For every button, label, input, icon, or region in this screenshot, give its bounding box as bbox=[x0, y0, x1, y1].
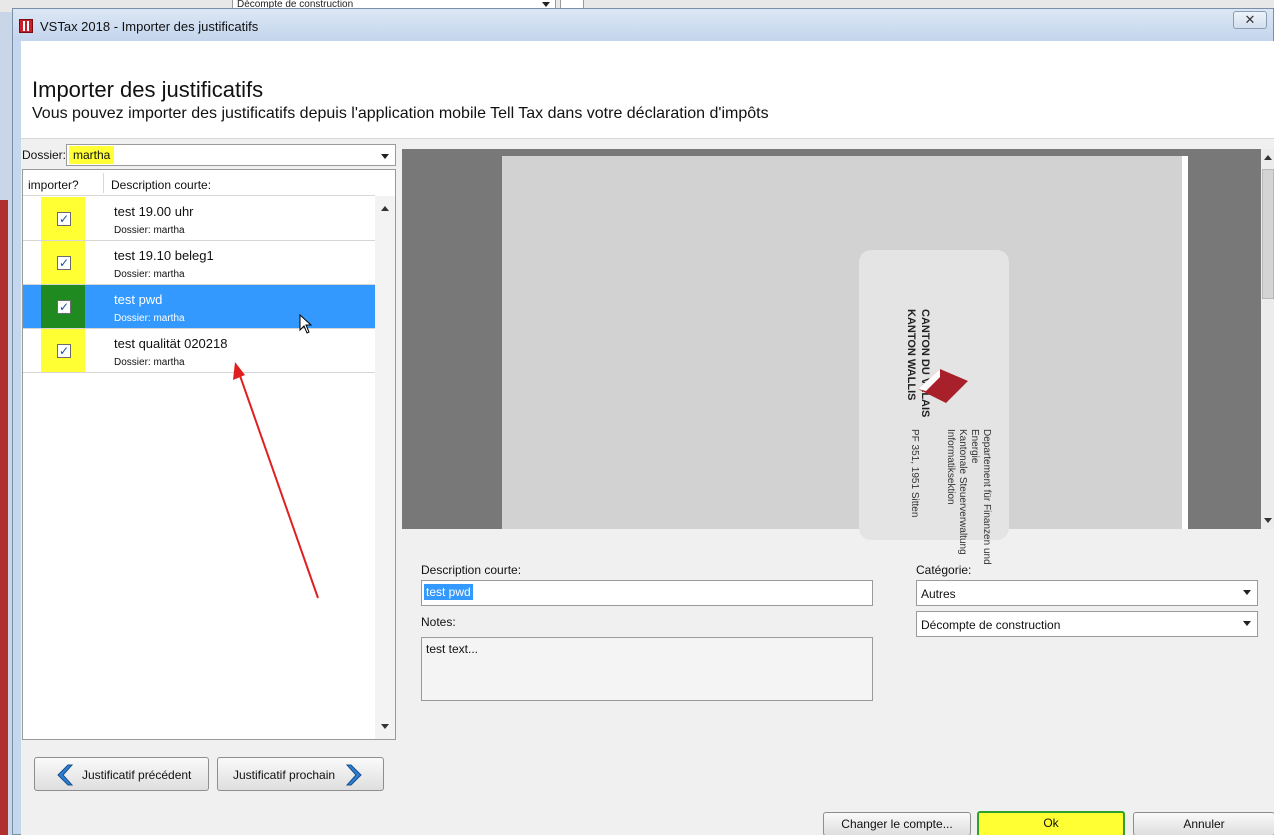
previous-receipt-button[interactable]: Justificatif précédent bbox=[34, 757, 209, 791]
column-header-import[interactable]: importer? bbox=[28, 178, 79, 192]
close-button[interactable]: ✕ bbox=[1233, 11, 1267, 29]
title-bar[interactable]: VSTax 2018 - Importer des justificatifs … bbox=[13, 9, 1273, 41]
arrow-left-icon bbox=[57, 764, 74, 786]
next-receipt-label: Justificatif prochain bbox=[233, 768, 336, 782]
next-receipt-button[interactable]: Justificatif prochain bbox=[217, 757, 384, 791]
list-item-title: test 19.10 beleg1 bbox=[114, 248, 214, 263]
receipt-preview[interactable]: CANTON DU VALAIS KANTON WALLIS Departeme… bbox=[402, 149, 1274, 565]
mouse-cursor-icon bbox=[299, 314, 313, 334]
dossier-select-value: martha bbox=[69, 146, 115, 164]
change-account-button[interactable]: Changer le compte... bbox=[823, 812, 971, 835]
scroll-down-icon[interactable] bbox=[1264, 518, 1272, 523]
category-select[interactable]: Autres bbox=[916, 580, 1258, 606]
notes-label: Notes: bbox=[421, 615, 456, 629]
dossier-select[interactable]: martha bbox=[66, 144, 396, 166]
list-item-title: test pwd bbox=[114, 292, 163, 307]
dialog-client-area: Importer des justificatifs Vous pouvez i… bbox=[21, 41, 1274, 835]
scroll-up-icon[interactable] bbox=[381, 206, 389, 211]
subcategory-select[interactable]: Décompte de construction bbox=[916, 611, 1258, 637]
dossier-label: Dossier: bbox=[22, 148, 67, 162]
import-checkbox[interactable]: ✓ bbox=[57, 344, 71, 358]
description-input[interactable]: test pwd bbox=[421, 580, 873, 606]
scanned-document bbox=[502, 156, 1182, 529]
page-subtitle: Vous pouvez importer des justificatifs d… bbox=[32, 105, 769, 122]
list-header: importer? Description courte: bbox=[23, 170, 375, 196]
import-checkbox[interactable]: ✓ bbox=[57, 300, 71, 314]
notes-textarea[interactable]: test text... bbox=[421, 637, 873, 701]
arrow-right-icon bbox=[345, 764, 362, 786]
category-select-value: Autres bbox=[921, 587, 956, 601]
list-scrollbar[interactable] bbox=[375, 196, 395, 739]
cancel-button[interactable]: Annuler bbox=[1133, 812, 1274, 835]
description-label: Description courte: bbox=[421, 563, 522, 577]
dialog-header: Importer des justificatifs Vous pouvez i… bbox=[21, 41, 1274, 139]
list-item-dossier: Dossier: martha bbox=[114, 225, 185, 236]
list-item-title: test qualität 020218 bbox=[114, 336, 228, 351]
list-item[interactable]: ✓ test 19.00 uhr Dossier: martha bbox=[23, 197, 375, 241]
list-item-dossier: Dossier: martha bbox=[114, 313, 185, 324]
subcategory-select-value: Décompte de construction bbox=[921, 618, 1061, 632]
card-department: Departement für Finanzen und Energie Kan… bbox=[945, 429, 992, 565]
chevron-down-icon bbox=[381, 154, 389, 159]
list-item-dossier: Dossier: martha bbox=[114, 269, 185, 280]
description-input-value: test pwd bbox=[424, 584, 473, 600]
vstax-app-icon bbox=[19, 19, 33, 33]
import-dialog: VSTax 2018 - Importer des justificatifs … bbox=[12, 8, 1274, 835]
chevron-down-icon bbox=[542, 2, 550, 7]
document-edge bbox=[1182, 156, 1188, 529]
list-item-dossier: Dossier: martha bbox=[114, 357, 185, 368]
chevron-down-icon bbox=[1243, 621, 1251, 626]
column-divider[interactable] bbox=[103, 173, 104, 193]
annotation-arrow bbox=[233, 362, 319, 599]
ok-button[interactable]: Ok bbox=[977, 811, 1125, 835]
preview-scrollbar[interactable] bbox=[1261, 149, 1274, 529]
import-checkbox[interactable]: ✓ bbox=[57, 256, 71, 270]
scroll-up-icon[interactable] bbox=[1264, 155, 1272, 160]
chevron-down-icon bbox=[1243, 590, 1251, 595]
list-item[interactable]: ✓ test 19.10 beleg1 Dossier: martha bbox=[23, 241, 375, 285]
canton-flag-icon bbox=[918, 369, 968, 403]
previous-receipt-label: Justificatif précédent bbox=[82, 768, 192, 782]
list-item-selected[interactable]: ✓ test pwd Dossier: martha bbox=[23, 285, 375, 329]
import-checkbox[interactable]: ✓ bbox=[57, 212, 71, 226]
card-address: PF 351, 1951 Sitten bbox=[909, 429, 920, 518]
scroll-thumb[interactable] bbox=[1262, 169, 1274, 299]
window-title: VSTax 2018 - Importer des justificatifs bbox=[40, 19, 259, 34]
background-app-edge bbox=[0, 200, 8, 835]
receipt-list: importer? Description courte: ✓ test 19.… bbox=[22, 169, 396, 740]
category-label: Catégorie: bbox=[916, 563, 972, 577]
column-header-description[interactable]: Description courte: bbox=[111, 178, 211, 192]
scroll-down-icon[interactable] bbox=[381, 724, 389, 729]
list-item-title: test 19.00 uhr bbox=[114, 204, 194, 219]
page-title: Importer des justificatifs bbox=[32, 77, 264, 102]
